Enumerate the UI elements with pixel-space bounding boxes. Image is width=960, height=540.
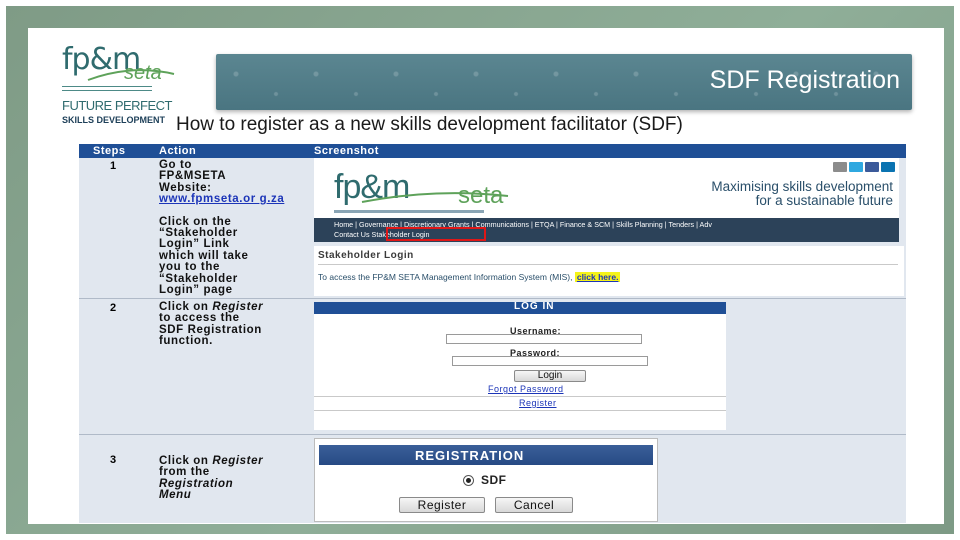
forgot-password-link[interactable]: Forgot Password bbox=[488, 384, 564, 394]
slide-frame: fp&m seta FUTURE PERFECT SKILLS DEVELOPM… bbox=[6, 6, 954, 534]
logo-tagline-future-perfect: FUTURE PERFECT bbox=[62, 98, 173, 113]
website-slogan: Maximising skills development for a sust… bbox=[613, 180, 893, 208]
step-action: Click on Register to access the SDF Regi… bbox=[159, 301, 299, 348]
website-logo-seta: seta bbox=[458, 182, 504, 209]
screenshot-registration: REGISTRATION SDF Register Cancel bbox=[314, 438, 658, 522]
action-prefix: Click on bbox=[159, 301, 209, 313]
divider bbox=[314, 396, 726, 397]
website-link[interactable]: www.fpmseta.or g.za bbox=[159, 193, 299, 205]
login-button[interactable]: Login bbox=[514, 370, 586, 382]
slide-subtitle: How to register as a new skills developm… bbox=[176, 114, 683, 135]
table-header: Steps Action Screenshot bbox=[79, 144, 906, 158]
action-line: function. bbox=[159, 335, 213, 348]
header-screenshot: Screenshot bbox=[314, 145, 379, 157]
logo-tagline-skills-development: SKILLS DEVELOPMENT bbox=[62, 115, 166, 125]
divider bbox=[314, 410, 726, 411]
action-line: you to the bbox=[159, 261, 220, 274]
action-emphasis: Registration bbox=[159, 477, 234, 490]
fpm-seta-logo: fp&m seta FUTURE PERFECT SKILLS DEVELOPM… bbox=[62, 42, 192, 132]
step-number: 1 bbox=[110, 160, 117, 172]
step-action: Go to FP&MSETA Website: www.fpmseta.or g… bbox=[159, 159, 299, 297]
stakeholder-login-highlight bbox=[386, 227, 486, 241]
slogan-line: Maximising skills development bbox=[711, 179, 893, 194]
action-emphasis: Register bbox=[212, 455, 264, 467]
screenshot-stakeholder-login: Stakeholder Login To access the FP&M SET… bbox=[314, 246, 904, 296]
registration-header-text: REGISTRATION bbox=[415, 448, 525, 463]
action-prefix: Click on bbox=[159, 455, 209, 467]
header-action: Action bbox=[159, 145, 197, 157]
action-line: Login” page bbox=[159, 284, 233, 297]
step-number: 3 bbox=[110, 454, 117, 466]
linkedin-icon[interactable] bbox=[881, 162, 895, 172]
title-banner: SDF Registration bbox=[216, 54, 912, 110]
sdf-option-label: SDF bbox=[481, 473, 507, 487]
action-emphasis: Menu bbox=[159, 489, 192, 502]
login-header-text: LOG IN bbox=[514, 301, 555, 312]
website-logo-fine-print bbox=[334, 210, 484, 213]
logo-fine-print bbox=[62, 86, 152, 91]
screenshot-website: fp&m seta Maximising skills development … bbox=[314, 158, 899, 242]
password-field[interactable] bbox=[452, 356, 648, 366]
facebook-icon[interactable] bbox=[865, 162, 879, 172]
website-nav-bar: Home | Governance | Discretionary Grants… bbox=[314, 218, 899, 242]
header-steps: Steps bbox=[93, 145, 126, 157]
steps-table: Steps Action Screenshot 1 Go to FP&MSETA… bbox=[79, 144, 906, 523]
registration-header: REGISTRATION bbox=[319, 445, 653, 465]
website-logo: fp&m seta bbox=[334, 168, 524, 213]
divider bbox=[318, 264, 898, 265]
sdf-radio[interactable] bbox=[463, 475, 474, 486]
mis-access-text: To access the FP&M SETA Management Infor… bbox=[318, 272, 573, 282]
action-emphasis: Register bbox=[212, 301, 264, 313]
cancel-button[interactable]: Cancel bbox=[495, 497, 573, 513]
step-number: 2 bbox=[110, 302, 117, 314]
twitter-icon[interactable] bbox=[849, 162, 863, 172]
screenshot-login: LOG IN Username: Password: Login Forgot … bbox=[314, 301, 726, 430]
stakeholder-login-heading: Stakeholder Login bbox=[318, 250, 414, 261]
step-action: Click on Register from the Registration … bbox=[159, 455, 299, 502]
search-icon[interactable] bbox=[833, 162, 847, 172]
slogan-line: for a sustainable future bbox=[755, 193, 893, 208]
slide-title: SDF Registration bbox=[709, 66, 900, 94]
row-divider bbox=[79, 298, 906, 299]
username-field[interactable] bbox=[446, 334, 642, 344]
logo-seta-text: seta bbox=[124, 62, 162, 84]
register-link[interactable]: Register bbox=[519, 398, 557, 408]
stakeholder-login-text: To access the FP&M SETA Management Infor… bbox=[318, 272, 621, 282]
register-button[interactable]: Register bbox=[399, 497, 485, 513]
row-divider bbox=[79, 434, 906, 435]
click-here-link[interactable]: click here. bbox=[574, 272, 621, 282]
slide: fp&m seta FUTURE PERFECT SKILLS DEVELOPM… bbox=[28, 28, 944, 524]
login-header: LOG IN bbox=[314, 301, 726, 314]
